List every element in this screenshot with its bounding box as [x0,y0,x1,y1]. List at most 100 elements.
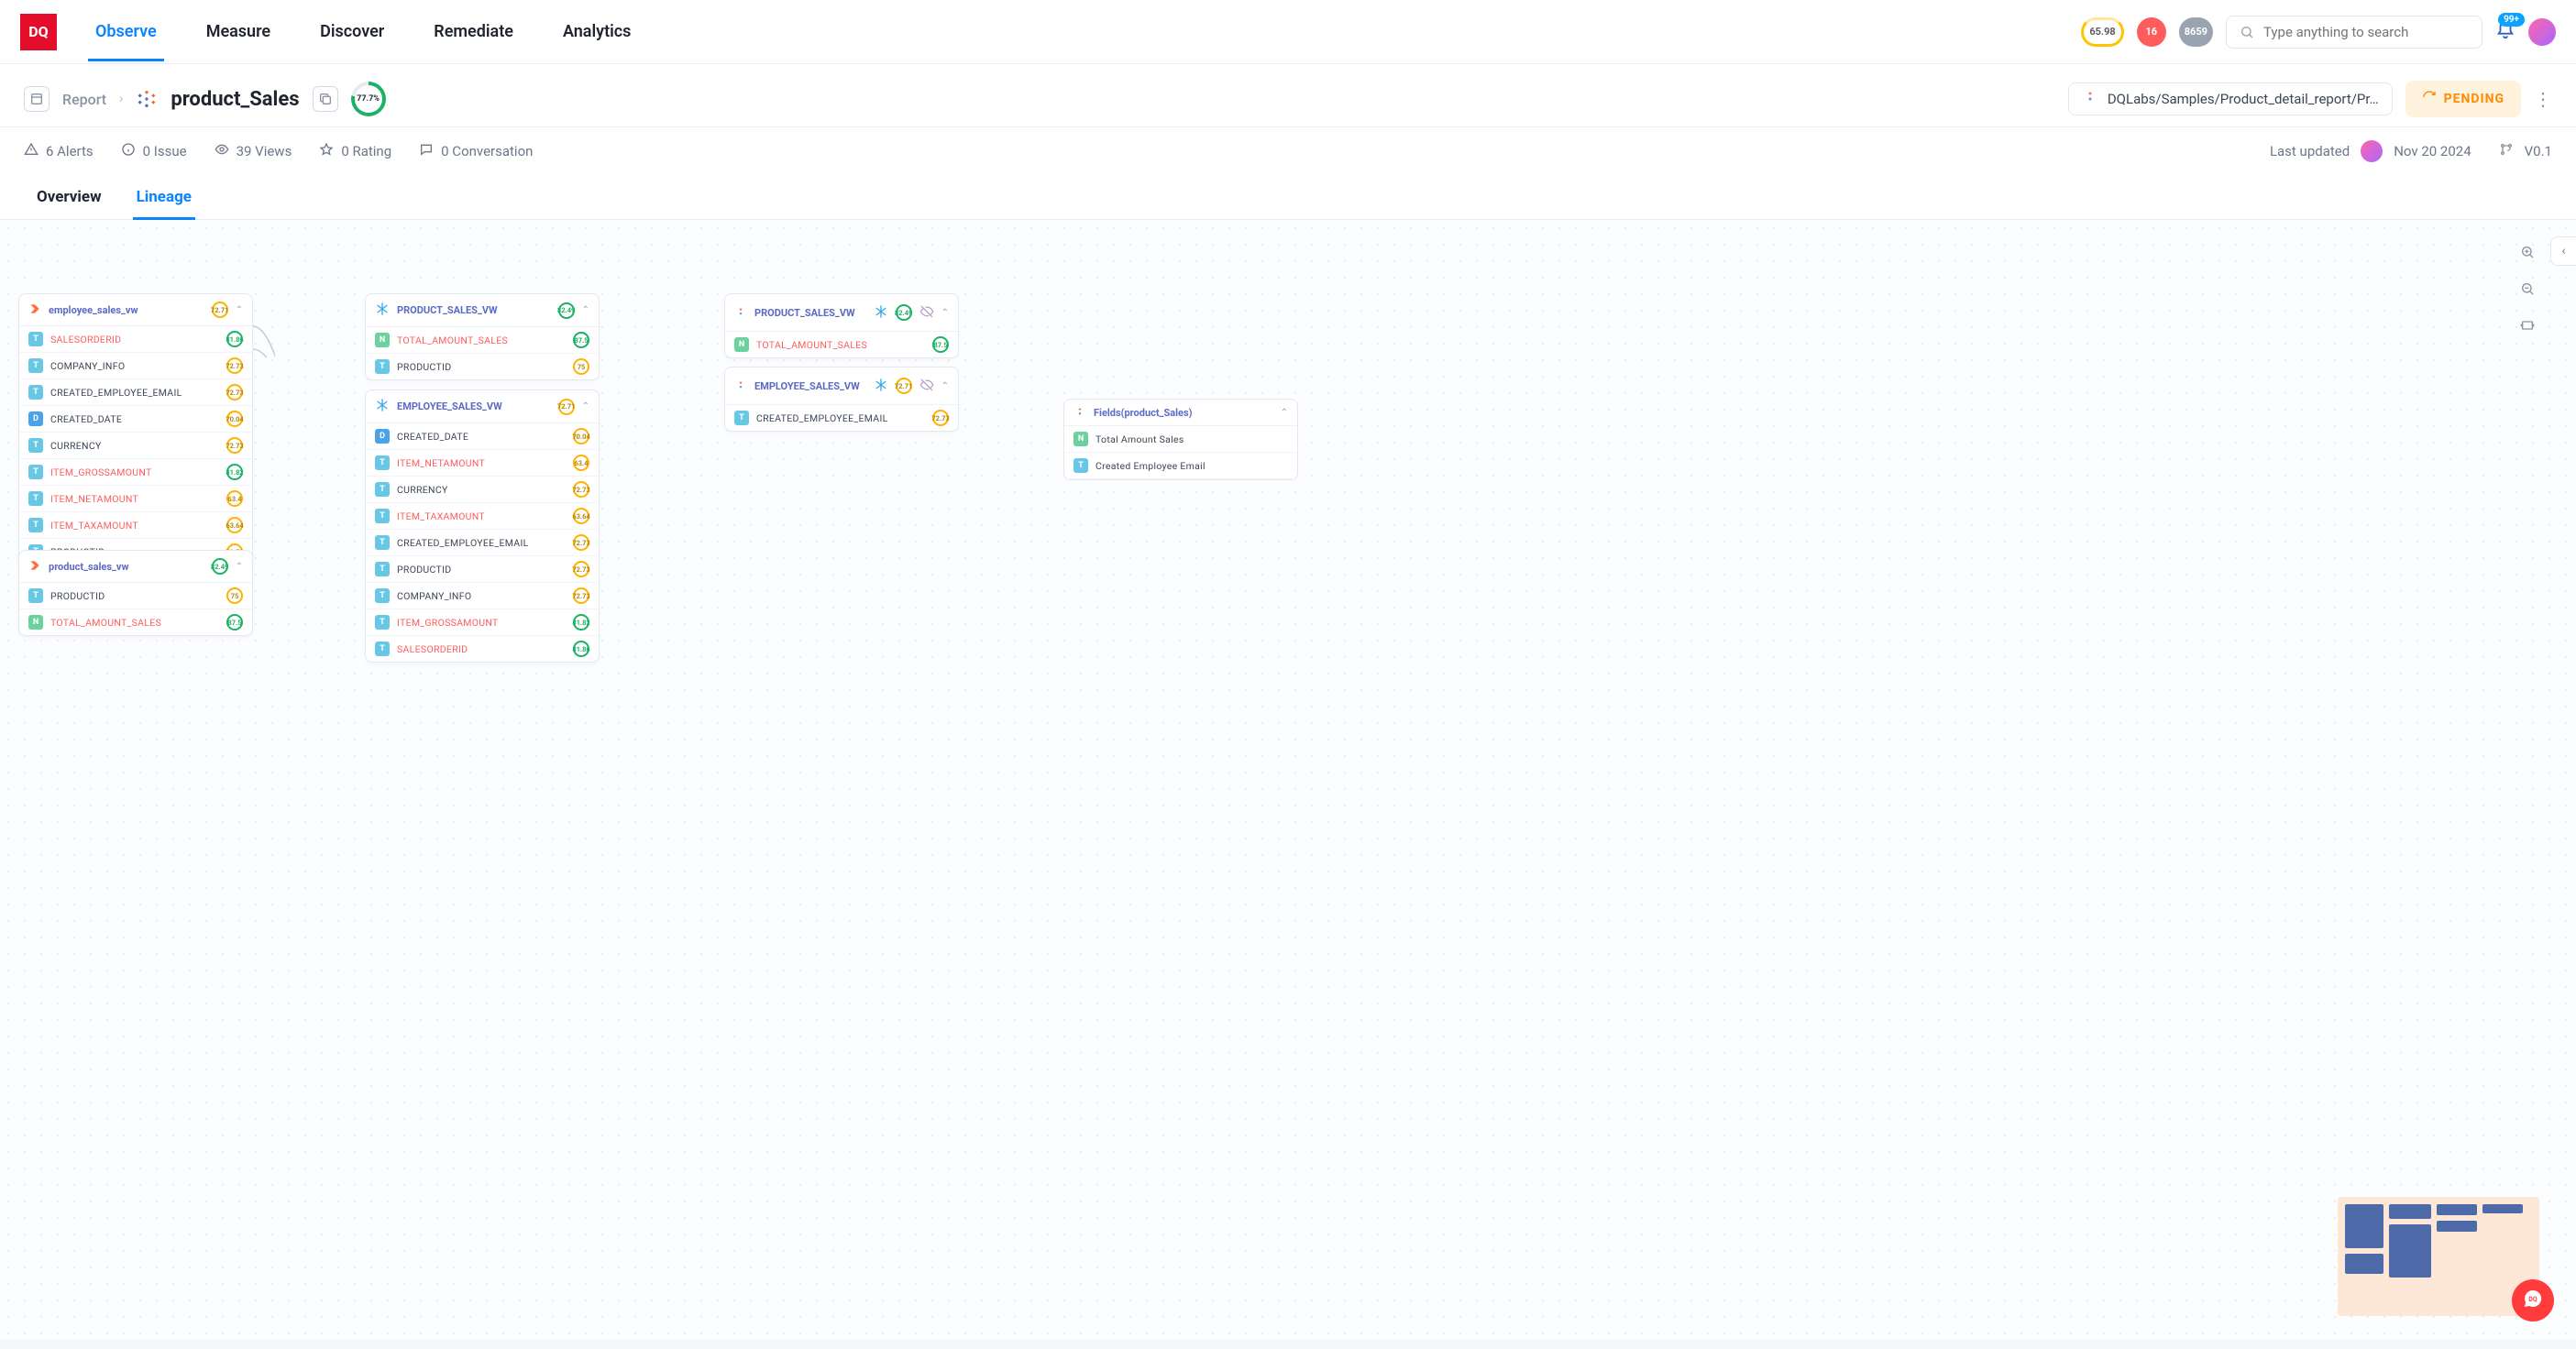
type-badge: T [375,562,390,576]
count-pill[interactable]: 8659 [2179,17,2213,47]
lineage-node[interactable]: EMPLOYEE_SALES_VW 72.71 ⌃ T CREATED_EMPL… [724,367,959,432]
field-name: ITEM_GROSSAMOUNT [50,466,219,478]
lineage-canvas[interactable]: employee_sales_vw 72.71 ⌃ T SALESORDERID… [0,220,2576,1340]
issues-meta[interactable]: 0 Issue [121,142,187,160]
tableau-icon [136,88,158,110]
node-header[interactable]: PRODUCT_SALES_VW 82.49 ⌃ [725,294,958,332]
type-badge: N [1073,432,1088,446]
field-score: 72.73 [573,481,589,498]
help-fab[interactable]: DQ [2512,1279,2554,1322]
user-avatar[interactable] [2528,18,2556,46]
lineage-node[interactable]: PRODUCT_SALES_VW 82.49 ⌃ N TOTAL_AMOUNT_… [724,293,959,358]
type-badge: T [28,588,43,603]
field-score: 72.73 [932,410,949,426]
score-circle[interactable]: 77.7% [351,82,386,116]
field-name: PRODUCTID [50,590,219,602]
lineage-field-row[interactable]: T PRODUCTID 75 [366,354,599,379]
lineage-field-row[interactable]: T COMPANY_INFO 72.73 [366,583,599,609]
zoom-out-button[interactable] [2515,277,2539,301]
lineage-field-row[interactable]: T PRODUCTID 72.73 [366,556,599,583]
node-header[interactable]: PRODUCT_SALES_VW 82.49 ⌃ [366,294,599,327]
lineage-field-row[interactable]: T CREATED_EMPLOYEE_EMAIL 72.73 [366,530,599,556]
node-header[interactable]: employee_sales_vw 72.71 ⌃ [19,294,252,326]
lineage-field-row[interactable]: T ITEM_GROSSAMOUNT 81.82 [19,459,252,486]
node-header[interactable]: product_sales_vw 82.49 ⌃ [19,551,252,583]
notifications-button[interactable]: 99+ [2495,20,2515,44]
lineage-field-row[interactable]: T CURRENCY 72.73 [366,477,599,503]
chevron-up-icon[interactable]: ⌃ [582,305,589,315]
chevron-up-icon[interactable]: ⌃ [236,305,243,315]
updater-avatar[interactable] [2361,140,2383,162]
field-score: 72.73 [573,561,589,577]
lineage-field-row[interactable]: T ITEM_GROSSAMOUNT 81.82 [366,609,599,636]
score-pill[interactable]: 65.98 [2081,17,2123,47]
asset-path[interactable]: DQLabs/Samples/Product_detail_report/Pr… [2068,82,2393,115]
lineage-field-row[interactable]: T PRODUCTID 75 [19,583,252,609]
lineage-field-row[interactable]: D CREATED_DATE 70.04 [366,423,599,450]
tab-overview[interactable]: Overview [33,175,105,219]
node-header[interactable]: EMPLOYEE_SALES_VW 72.71 ⌃ [366,390,599,423]
lineage-field-row[interactable]: T ITEM_TAXAMOUNT 63.64 [366,503,599,530]
panel-collapse-button[interactable]: ‹ [2550,236,2576,266]
lineage-node[interactable]: employee_sales_vw 72.71 ⌃ T SALESORDERID… [18,293,253,565]
output-field-row[interactable]: N Total Amount Sales [1064,426,1297,453]
node-header[interactable]: EMPLOYEE_SALES_VW 72.71 ⌃ [725,367,958,405]
type-badge: D [375,429,390,444]
type-badge: T [28,385,43,400]
lineage-field-row[interactable]: T CREATED_EMPLOYEE_EMAIL 72.73 [19,379,252,406]
minimap[interactable] [2338,1197,2539,1316]
type-badge: T [375,455,390,470]
field-name: COMPANY_INFO [50,360,219,372]
chevron-up-icon[interactable]: ⌃ [941,381,949,391]
search-box[interactable] [2226,16,2482,49]
node-title: EMPLOYEE_SALES_VW [397,400,551,412]
fields-node[interactable]: Fields(product_Sales) ⌃ N Total Amount S… [1063,399,1298,480]
field-name: CREATED_EMPLOYEE_EMAIL [756,412,925,424]
search-input[interactable] [2263,24,2469,40]
nav-remediate[interactable]: Remediate [426,2,521,61]
lineage-node[interactable]: EMPLOYEE_SALES_VW 72.71 ⌃ D CREATED_DATE… [365,389,600,663]
nav-observe[interactable]: Observe [88,2,164,61]
lineage-field-row[interactable]: T ITEM_NETAMOUNT 63.4 [366,450,599,477]
nav-analytics[interactable]: Analytics [556,2,639,61]
lineage-field-row[interactable]: T CURRENCY 72.73 [19,433,252,459]
field-name: CURRENCY [50,440,219,452]
lineage-field-row[interactable]: T ITEM_TAXAMOUNT 63.64 [19,512,252,539]
lineage-field-row[interactable]: T ITEM_NETAMOUNT 63.4 [19,486,252,512]
type-badge: T [375,588,390,603]
chevron-up-icon[interactable]: ⌃ [582,401,589,411]
copy-button[interactable] [313,86,338,112]
star-icon [319,142,334,160]
lineage-field-row[interactable]: N TOTAL_AMOUNT_SALES 87.5 [19,609,252,635]
lineage-field-row[interactable]: T COMPANY_INFO 72.73 [19,353,252,379]
chevron-up-icon[interactable]: ⌃ [236,562,243,572]
lineage-node[interactable]: product_sales_vw 82.49 ⌃ T PRODUCTID 75 … [18,550,253,636]
tab-lineage[interactable]: Lineage [133,175,195,219]
nav-discover[interactable]: Discover [313,2,391,61]
field-score: 87.5 [932,336,949,353]
lineage-field-row[interactable]: N TOTAL_AMOUNT_SALES 87.5 [366,327,599,354]
rating-meta[interactable]: 0 Rating [319,142,391,160]
views-meta[interactable]: 39 Views [215,142,292,160]
output-field-row[interactable]: T Created Employee Email [1064,453,1297,479]
lineage-field-row[interactable]: T SALESORDERID 81.86 [366,636,599,662]
field-score: 81.86 [573,641,589,657]
more-menu[interactable]: ⋮ [2534,88,2552,110]
zoom-in-button[interactable] [2515,240,2539,264]
lineage-field-row[interactable]: N TOTAL_AMOUNT_SALES 87.5 [725,332,958,357]
lineage-field-row[interactable]: D CREATED_DATE 70.04 [19,406,252,433]
alerts-meta[interactable]: 6 Alerts [24,142,94,160]
lineage-field-row[interactable]: T SALESORDERID 81.86 [19,326,252,353]
breadcrumb-root[interactable]: Report [62,91,106,108]
chevron-up-icon[interactable]: ⌃ [941,308,949,318]
field-score: 63.4 [226,490,243,507]
lineage-field-row[interactable]: T CREATED_EMPLOYEE_EMAIL 72.73 [725,405,958,431]
lineage-node[interactable]: PRODUCT_SALES_VW 82.49 ⌃ N TOTAL_AMOUNT_… [365,293,600,380]
fit-button[interactable] [2515,313,2539,337]
chevron-up-icon[interactable]: ⌃ [1281,408,1288,418]
nav-measure[interactable]: Measure [199,2,278,61]
alerts-pill[interactable]: 16 [2137,17,2166,47]
version-label: V0.1 [2525,143,2552,159]
status-pending[interactable]: PENDING [2405,81,2521,117]
conversation-meta[interactable]: 0 Conversation [419,142,533,160]
